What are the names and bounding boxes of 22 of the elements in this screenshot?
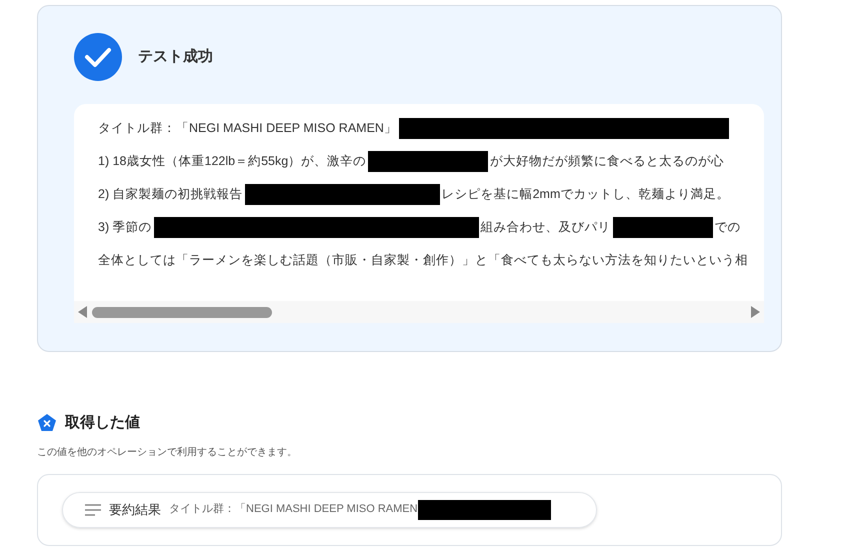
- summary-text: レシピを基に幅2mmでカットし、乾麺より満足。: [442, 186, 730, 203]
- summary-text: 2) 自家製麺の初挑戦報告: [98, 186, 243, 203]
- summary-text: 組み合わせ、及びパリ: [480, 218, 611, 236]
- variable-icon: [37, 413, 57, 434]
- status-title: テスト成功: [138, 46, 213, 67]
- lines-icon: [85, 504, 101, 516]
- check-icon: [74, 33, 122, 81]
- summary-text: が大好物だが頻繁に食べると太るのが心: [490, 152, 724, 170]
- scrollbar-thumb[interactable]: [92, 306, 272, 318]
- value-text: タイトル群：「NEGI MASHI DEEP MISO RAMEN: [169, 502, 418, 518]
- horizontal-scrollbar[interactable]: [74, 301, 764, 323]
- value-chip[interactable]: 要約結果 タイトル群：「NEGI MASHI DEEP MISO RAMEN: [62, 492, 597, 528]
- scroll-left-icon[interactable]: [78, 306, 88, 318]
- summary-text: 3) 季節の: [98, 218, 152, 236]
- value-label: 要約結果: [109, 500, 161, 519]
- summary-text: での: [714, 218, 741, 236]
- section-description: この値を他のオペレーションで利用することができます。: [36, 446, 297, 460]
- scroll-right-icon[interactable]: [750, 306, 760, 318]
- summary-text: 1) 18歳女性（体重122lb＝約55kg）が、激辛の: [98, 152, 366, 170]
- section-title: 取得した値: [65, 413, 140, 433]
- summary-text: 全体としては「ラーメンを楽しむ話題（市販・自家製・創作）」と「食べても太らない方法を知りたいという相: [98, 252, 748, 269]
- summary-text: タイトル群：「NEGI MASHI DEEP MISO RAMEN」: [98, 120, 397, 137]
